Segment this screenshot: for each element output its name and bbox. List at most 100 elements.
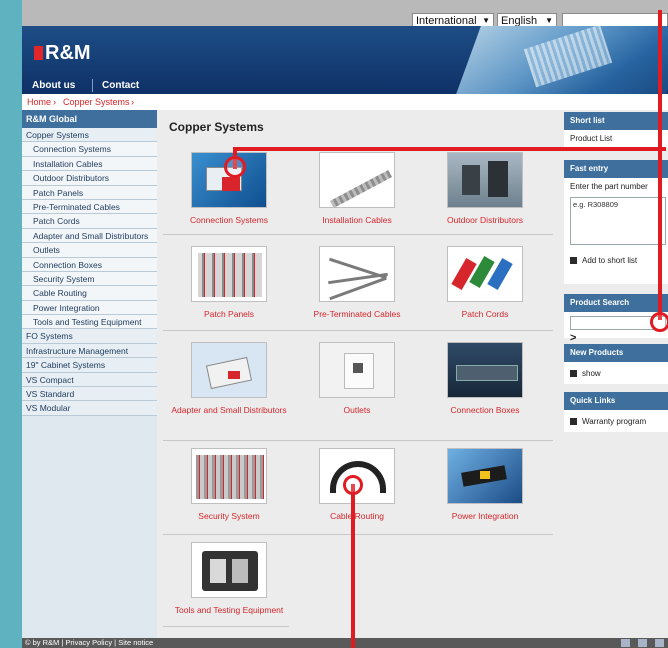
sidebar-title[interactable]: R&M Global (22, 110, 157, 128)
warranty-program-label: Warranty program (582, 417, 647, 426)
annotation-line (351, 484, 355, 648)
product-card-outlets[interactable]: Outlets (293, 342, 421, 417)
product-card-adapter-small-distributors[interactable]: Adapter and Small Distributors (165, 342, 293, 417)
short-list-title: Short list (564, 112, 668, 130)
square-bullet-icon (570, 370, 577, 377)
sidebar-item[interactable]: Pre-Terminated Cables (22, 199, 157, 215)
product-card-patch-cords[interactable]: Patch Cords (421, 246, 549, 321)
fast-entry-title: Fast entry (564, 160, 668, 178)
sidebar-item[interactable]: VS Compact (22, 372, 157, 388)
add-to-short-list-label: Add to short list (582, 256, 638, 265)
sidebar-item[interactable]: Patch Cords (22, 214, 157, 229)
annotation-circle (343, 475, 363, 495)
annotation-line (658, 10, 662, 320)
bookmark-icon[interactable] (655, 639, 664, 647)
product-label[interactable]: Adapter and Small Distributors (165, 404, 293, 417)
product-label[interactable]: Outlets (293, 404, 421, 417)
sidebar-item[interactable]: 19" Cabinet Systems (22, 358, 157, 373)
product-label[interactable]: Installation Cables (293, 214, 421, 227)
main-content: Copper Systems Connection Systems Instal… (159, 110, 559, 640)
patch-panels-image (191, 246, 267, 302)
product-card-connection-boxes[interactable]: Connection Boxes (421, 342, 549, 417)
sidebar-item[interactable]: Infrastructure Management (22, 343, 157, 359)
site-header: R&M About us Contact (22, 26, 668, 94)
part-number-textarea[interactable]: e.g. R308809 (570, 197, 666, 245)
footer-icons (615, 639, 664, 648)
sidebar-item[interactable]: FO Systems (22, 329, 157, 344)
patch-cords-image (447, 246, 523, 302)
new-products-show-link[interactable]: show (564, 362, 668, 380)
left-sidebar: R&M Global Copper Systems Connection Syst… (22, 110, 157, 640)
annotation-line (233, 147, 666, 151)
short-list-box: Short list Product List (564, 112, 668, 148)
product-label[interactable]: Power Integration (421, 510, 549, 523)
sidebar-item[interactable]: Security System (22, 271, 157, 287)
square-bullet-icon (570, 257, 577, 264)
sidebar-item[interactable]: Outdoor Distributors (22, 171, 157, 186)
sidebar-item[interactable]: Adapter and Small Distributors (22, 228, 157, 244)
sidebar-item[interactable]: Connection Systems (22, 142, 157, 157)
search-go-arrow-icon[interactable]: > (564, 332, 668, 344)
add-to-short-list-button[interactable]: Add to short list (564, 255, 668, 267)
nav-contact[interactable]: Contact (102, 80, 139, 91)
print-icon[interactable] (620, 639, 630, 647)
quick-links-title: Quick Links (564, 392, 668, 410)
annotation-circle (224, 156, 246, 178)
product-card-pre-terminated-cables[interactable]: Pre-Terminated Cables (293, 246, 421, 321)
footer-text[interactable]: © by R&M | Privacy Policy | Site notice (25, 638, 153, 647)
page: International ▼ English ▼ R&M About us C… (22, 0, 668, 648)
row-divider (163, 330, 553, 331)
sidebar-item[interactable]: Tools and Testing Equipment (22, 315, 157, 330)
product-card-patch-panels[interactable]: Patch Panels (165, 246, 293, 321)
sidebar-item[interactable]: VS Modular (22, 401, 157, 416)
sidebar-item[interactable]: Patch Panels (22, 185, 157, 200)
connection-boxes-image (447, 342, 523, 398)
footer: © by R&M | Privacy Policy | Site notice (22, 638, 668, 648)
sidebar-item[interactable]: Outlets (22, 243, 157, 258)
breadcrumb: Home › Copper Systems › (22, 94, 668, 110)
product-label[interactable]: Connection Boxes (421, 404, 549, 417)
security-system-image (191, 448, 267, 504)
short-list-text[interactable]: Product List (564, 130, 668, 145)
new-products-show-label: show (582, 369, 601, 378)
outdoor-distributors-image (447, 152, 523, 208)
row-divider (163, 534, 553, 535)
product-label[interactable]: Tools and Testing Equipment (165, 604, 293, 617)
product-label[interactable]: Outdoor Distributors (421, 214, 549, 227)
row-divider (163, 440, 553, 441)
pre-terminated-cables-image (319, 246, 395, 302)
annotation-circle (650, 312, 668, 332)
product-label[interactable]: Cable Routing (293, 510, 421, 523)
row-divider (163, 234, 553, 235)
logo[interactable]: R&M (34, 42, 91, 65)
page-title: Copper Systems (169, 120, 264, 134)
nav-divider (92, 79, 93, 92)
product-card-tools-testing-equipment[interactable]: Tools and Testing Equipment (165, 542, 293, 617)
sidebar-item[interactable]: Cable Routing (22, 286, 157, 301)
warranty-program-link[interactable]: Warranty program (564, 410, 668, 428)
sidebar-item[interactable]: VS Standard (22, 387, 157, 402)
product-label[interactable]: Pre-Terminated Cables (293, 308, 421, 321)
breadcrumb-home[interactable]: Home (27, 94, 51, 110)
tools-testing-equipment-image (191, 542, 267, 598)
square-bullet-icon (570, 418, 577, 425)
product-card-security-system[interactable]: Security System (165, 448, 293, 523)
sidebar-list: Copper Systems Connection Systems Installa… (22, 128, 157, 416)
product-label[interactable]: Connection Systems (165, 214, 293, 227)
product-label[interactable]: Patch Panels (165, 308, 293, 321)
sidebar-item[interactable]: Connection Boxes (22, 257, 157, 272)
product-label[interactable]: Security System (165, 510, 293, 523)
email-icon[interactable] (637, 639, 647, 647)
product-card-power-integration[interactable]: Power Integration (421, 448, 549, 523)
adapter-small-distributors-image (191, 342, 267, 398)
nav-about-us[interactable]: About us (32, 80, 75, 91)
product-card-outdoor-distributors[interactable]: Outdoor Distributors (421, 152, 549, 227)
product-label[interactable]: Patch Cords (421, 308, 549, 321)
sidebar-item[interactable]: Copper Systems (22, 128, 157, 143)
product-card-installation-cables[interactable]: Installation Cables (293, 152, 421, 227)
sidebar-item[interactable]: Installation Cables (22, 156, 157, 172)
fast-entry-hint: Enter the part number (570, 182, 648, 191)
sidebar-item[interactable]: Power Integration (22, 300, 157, 316)
logo-text: R&M (45, 42, 91, 64)
breadcrumb-copper-systems[interactable]: Copper Systems (63, 94, 130, 110)
